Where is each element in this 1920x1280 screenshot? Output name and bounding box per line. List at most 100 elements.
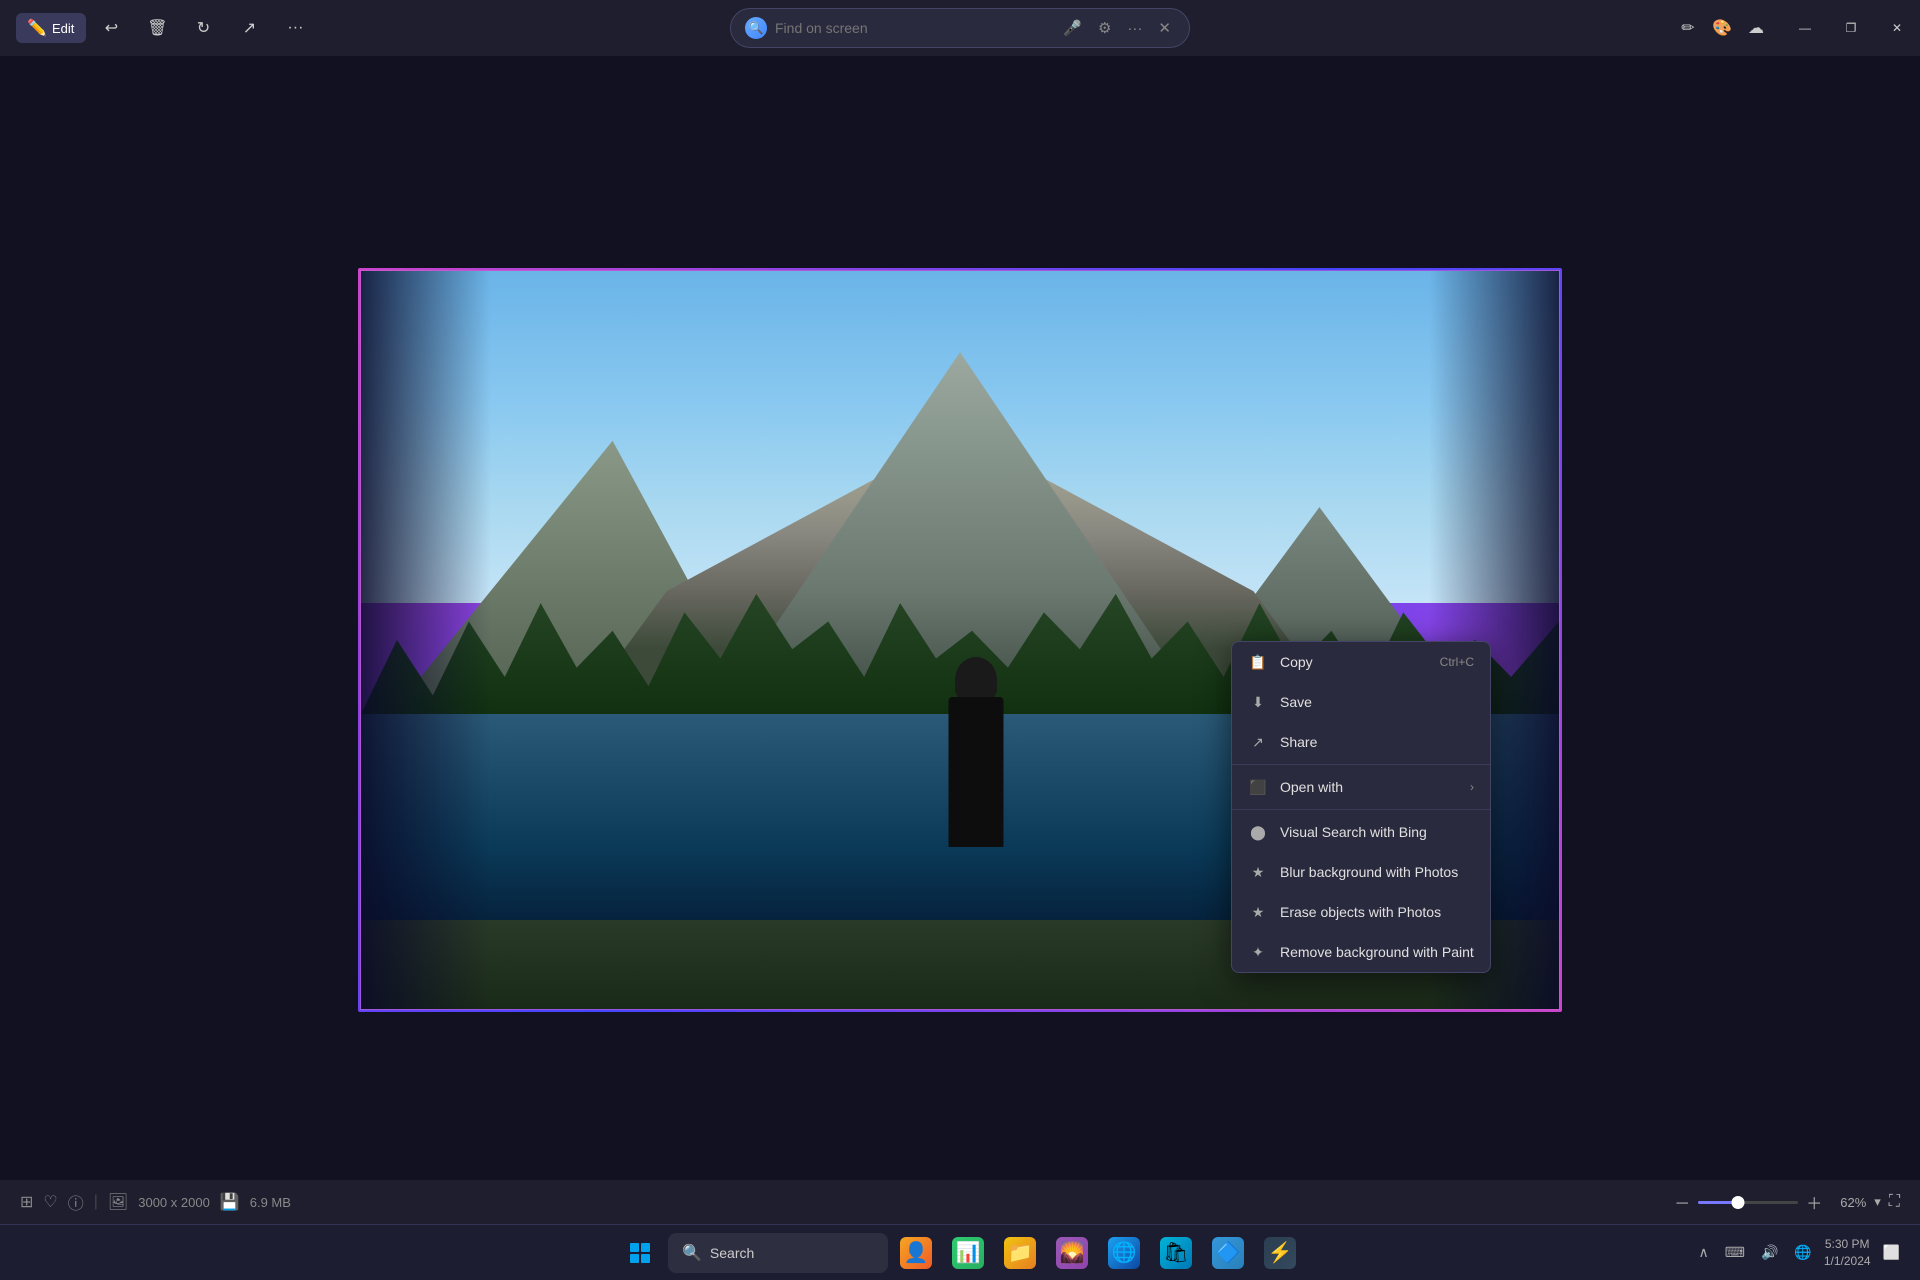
- person-head: [955, 657, 997, 702]
- notification-icon[interactable]: ⬜: [1879, 1240, 1904, 1265]
- file-size-text: 6.9 MB: [250, 1195, 291, 1210]
- heart-icon[interactable]: ♡: [43, 1192, 57, 1212]
- app-favicon: 🔍: [745, 17, 767, 39]
- save-icon: ⬇: [1248, 692, 1268, 712]
- collection-icon[interactable]: ⊞: [20, 1192, 33, 1212]
- edit-button[interactable]: ✏️ Edit: [16, 13, 86, 43]
- photo-dimensions-icon: 🖼: [108, 1192, 128, 1212]
- taskbar-app-charts[interactable]: 📊: [944, 1229, 992, 1277]
- minimize-button[interactable]: —: [1782, 0, 1828, 56]
- network-icon[interactable]: 🌐: [1790, 1240, 1815, 1265]
- taskbar-search-icon: 🔍: [682, 1243, 702, 1263]
- search-input[interactable]: [775, 20, 1051, 36]
- edit-label: Edit: [52, 21, 74, 36]
- explorer-app-icon: 📁: [1004, 1237, 1036, 1269]
- taskbar-app-photos[interactable]: 🌄: [1048, 1229, 1096, 1277]
- taskbar-search[interactable]: 🔍 Search: [668, 1233, 888, 1273]
- ellipsis-icon[interactable]: ···: [1123, 18, 1146, 39]
- image-container[interactable]: 📋 Copy Ctrl+C ⬇ Save ↗ Share ⬛ Open with…: [360, 270, 1560, 1010]
- copy-icon: 📋: [1248, 652, 1268, 672]
- edge-app-icon: 🌐: [1108, 1237, 1140, 1269]
- zoom-in-icon[interactable]: ＋: [1806, 1190, 1822, 1214]
- context-menu-share[interactable]: ↗ Share: [1232, 722, 1490, 762]
- more-button[interactable]: ···: [274, 13, 316, 43]
- taskbar-app-user[interactable]: 👤: [892, 1229, 940, 1277]
- up-arrow-icon[interactable]: ∧: [1695, 1240, 1713, 1265]
- color-icon-btn[interactable]: 🎨: [1706, 12, 1738, 44]
- toolbar-left: ✏️ Edit ↩ 🗑 ↻ ↗ ···: [16, 13, 316, 43]
- photos-erase-icon: ★: [1248, 902, 1268, 922]
- system-clock[interactable]: 5:30 PM 1/1/2024: [1824, 1236, 1871, 1270]
- taskbar: 🔍 Search 👤 📊 📁 🌄 🌐 🛍 🔷 ⚡ ∧ ⌨: [0, 1224, 1920, 1280]
- share-ctx-icon: ↗: [1248, 732, 1268, 752]
- zoom-level-text: 62%: [1830, 1195, 1866, 1210]
- bing-search-icon: ⬤: [1248, 822, 1268, 842]
- zoom-slider[interactable]: [1698, 1201, 1798, 1204]
- zoom-dropdown-icon[interactable]: ▾: [1874, 1194, 1881, 1210]
- share-button[interactable]: ↗: [228, 13, 270, 43]
- file-size-icon: 💾: [220, 1192, 240, 1212]
- taskbar-app-edge[interactable]: 🌐: [1100, 1229, 1148, 1277]
- taskbar-app-extra[interactable]: ⚡: [1256, 1229, 1304, 1277]
- maximize-button[interactable]: ❐: [1828, 0, 1874, 56]
- fullscreen-icon[interactable]: ⛶: [1889, 1193, 1900, 1211]
- dimensions-text: 3000 x 2000: [138, 1195, 210, 1210]
- speaker-icon[interactable]: 🔊: [1757, 1240, 1782, 1265]
- title-bar: ✏️ Edit ↩ 🗑 ↻ ↗ ··· 🔍 🎤 ⚙ ··· ✕ ✏: [0, 0, 1920, 56]
- taskbar-app-edge2[interactable]: 🔷: [1204, 1229, 1252, 1277]
- taskbar-app-explorer[interactable]: 📁: [996, 1229, 1044, 1277]
- user-app-icon: 👤: [900, 1237, 932, 1269]
- close-search-icon[interactable]: ✕: [1154, 17, 1175, 39]
- edit-icon: ✏️: [28, 19, 46, 37]
- rotate-icon: ↻: [194, 19, 212, 37]
- erase-objects-label: Erase objects with Photos: [1280, 904, 1474, 920]
- win-buttons: — ❐ ✕: [1782, 0, 1920, 56]
- open-with-label: Open with: [1280, 779, 1458, 795]
- cloud-icon-btn[interactable]: ☁: [1740, 12, 1772, 44]
- settings-icon[interactable]: ⚙: [1094, 17, 1115, 39]
- zoom-thumb[interactable]: [1732, 1196, 1745, 1209]
- zoom-out-icon[interactable]: －: [1674, 1190, 1690, 1214]
- status-bar: ⊞ ♡ ⓘ | 🖼 3000 x 2000 💾 6.9 MB － ＋ 62% ▾…: [0, 1180, 1920, 1224]
- photos-app-icon: 🌄: [1056, 1237, 1088, 1269]
- context-menu-open-with[interactable]: ⬛ Open with ›: [1232, 767, 1490, 807]
- open-with-icon: ⬛: [1248, 777, 1268, 797]
- address-bar[interactable]: 🔍 🎤 ⚙ ··· ✕: [730, 8, 1190, 48]
- undo-button[interactable]: ↩: [90, 13, 132, 43]
- edge2-app-icon: 🔷: [1212, 1237, 1244, 1269]
- taskbar-search-text: Search: [710, 1245, 754, 1261]
- search-actions: 🎤 ⚙ ··· ✕: [1059, 17, 1175, 39]
- windows-logo: [630, 1243, 650, 1263]
- photos-blur-icon: ★: [1248, 862, 1268, 882]
- main-area: 📋 Copy Ctrl+C ⬇ Save ↗ Share ⬛ Open with…: [0, 56, 1920, 1224]
- context-menu-visual-search[interactable]: ⬤ Visual Search with Bing: [1232, 812, 1490, 852]
- charts-app-icon: 📊: [952, 1237, 984, 1269]
- submenu-arrow-icon: ›: [1470, 780, 1474, 794]
- taskbar-app-store[interactable]: 🛍: [1152, 1229, 1200, 1277]
- date-display: 1/1/2024: [1824, 1253, 1871, 1270]
- copy-label: Copy: [1280, 654, 1428, 670]
- share-label: Share: [1280, 734, 1474, 750]
- context-menu-blur-bg[interactable]: ★ Blur background with Photos: [1232, 852, 1490, 892]
- undo-icon: ↩: [102, 19, 120, 37]
- taskbar-right: ∧ ⌨ 🔊 🌐 5:30 PM 1/1/2024 ⬜: [1695, 1236, 1905, 1270]
- mic-icon[interactable]: 🎤: [1059, 17, 1086, 39]
- keyboard-icon[interactable]: ⌨: [1721, 1240, 1749, 1265]
- delete-button[interactable]: 🗑: [136, 13, 178, 43]
- pen-icon-btn[interactable]: ✏: [1672, 12, 1704, 44]
- save-label: Save: [1280, 694, 1474, 710]
- start-button[interactable]: [616, 1229, 664, 1277]
- blur-bg-label: Blur background with Photos: [1280, 864, 1474, 880]
- close-button[interactable]: ✕: [1874, 0, 1920, 56]
- paint-remove-icon: ✦: [1248, 942, 1268, 962]
- info-icon[interactable]: ⓘ: [68, 1190, 84, 1214]
- menu-divider-2: [1232, 809, 1490, 810]
- taskbar-center: 🔍 Search 👤 📊 📁 🌄 🌐 🛍 🔷 ⚡: [616, 1229, 1304, 1277]
- left-vignette: [361, 271, 491, 1009]
- context-menu-remove-bg[interactable]: ✦ Remove background with Paint: [1232, 932, 1490, 972]
- rotate-button[interactable]: ↻: [182, 13, 224, 43]
- person-body: [949, 697, 1004, 847]
- context-menu-save[interactable]: ⬇ Save: [1232, 682, 1490, 722]
- context-menu-erase-objects[interactable]: ★ Erase objects with Photos: [1232, 892, 1490, 932]
- context-menu-copy[interactable]: 📋 Copy Ctrl+C: [1232, 642, 1490, 682]
